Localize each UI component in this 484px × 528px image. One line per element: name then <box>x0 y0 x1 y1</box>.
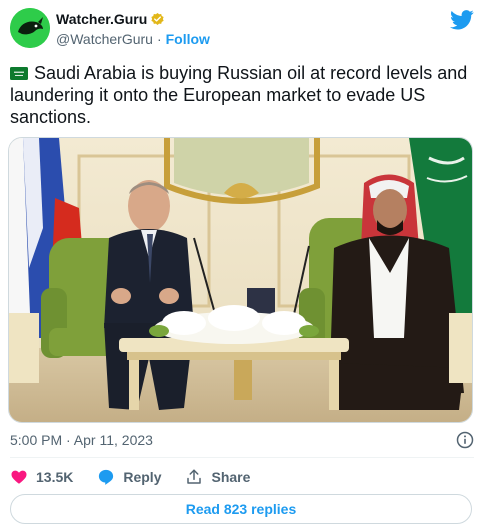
separator-dot: · <box>156 31 162 47</box>
heart-icon <box>11 470 27 484</box>
tweet-body: Saudi Arabia is buying Russian oil at re… <box>10 63 468 127</box>
like-button[interactable]: 13.5K <box>10 468 73 486</box>
saudi-arabia-flag-icon <box>10 63 28 80</box>
share-button[interactable]: Share <box>185 468 250 486</box>
divider <box>10 457 474 458</box>
tweet-text: Saudi Arabia is buying Russian oil at re… <box>10 62 474 128</box>
read-replies-button[interactable]: Read 823 replies <box>10 494 472 524</box>
follow-button[interactable]: Follow <box>166 31 210 47</box>
likes-count: 13.5K <box>36 469 74 485</box>
timestamp-row: 5:00 PM · Apr 11, 2023 <box>10 431 474 450</box>
account-handle[interactable]: @WatcherGuru <box>56 31 153 47</box>
reply-button[interactable]: Reply <box>97 468 161 486</box>
name-row: Watcher.Guru <box>56 10 165 28</box>
reply-bubble-icon <box>99 469 114 485</box>
action-bar: 13.5K Reply Share <box>10 466 274 488</box>
avatar[interactable] <box>10 8 50 48</box>
tweet-header: Watcher.Guru @WatcherGuru · Follow <box>10 8 474 50</box>
share-label: Share <box>211 469 251 485</box>
handle-row: @WatcherGuru · Follow <box>56 30 210 48</box>
verified-badge-icon <box>150 12 165 27</box>
twitter-bird-icon[interactable] <box>450 10 474 32</box>
reply-label: Reply <box>123 469 162 485</box>
tweet-card: Watcher.Guru @WatcherGuru · Follow Saudi… <box>0 0 484 528</box>
tweet-photo[interactable] <box>8 137 473 423</box>
tweet-timestamp[interactable]: 5:00 PM · Apr 11, 2023 <box>10 432 153 448</box>
info-icon[interactable] <box>456 431 474 449</box>
display-name[interactable]: Watcher.Guru <box>56 11 147 27</box>
share-upload-icon <box>187 469 202 484</box>
